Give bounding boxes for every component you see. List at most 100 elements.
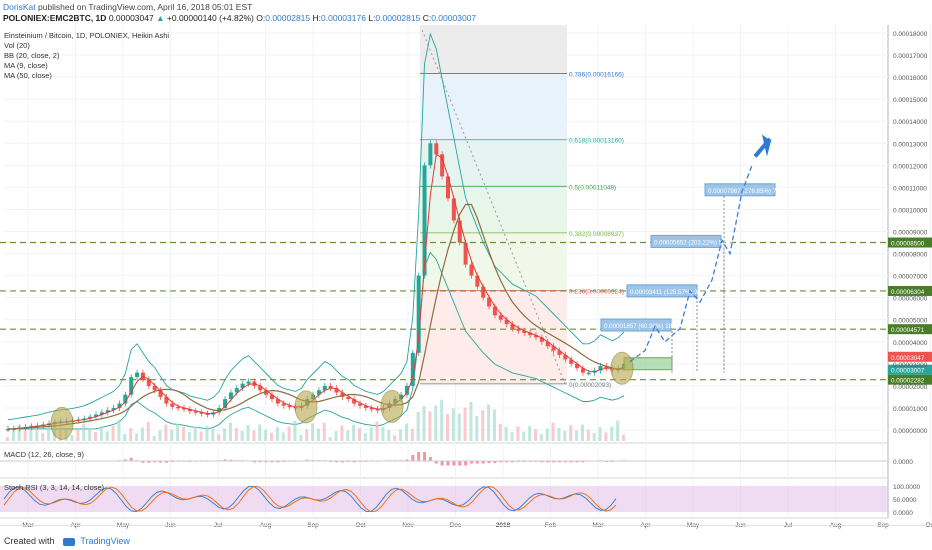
volume-bar: [70, 435, 74, 441]
volume-bar: [492, 409, 496, 441]
macd-histogram-bar: [440, 461, 444, 466]
volume-bar: [516, 426, 520, 441]
volume-bar: [111, 425, 115, 441]
fib-label: 0.786(0.00016166): [569, 71, 624, 78]
highlight-ellipse: [294, 390, 318, 424]
volume-bar: [393, 435, 397, 441]
y-tick-label: 0.00012000: [893, 163, 928, 170]
volume-bar: [504, 427, 508, 441]
volume-bar: [369, 427, 373, 441]
volume-bar: [123, 434, 127, 441]
fib-zone: [420, 73, 567, 140]
y-tick-label: 0.00007000: [893, 274, 928, 281]
volume-bar: [322, 422, 326, 441]
level-badge-label: 0.00008500: [891, 241, 925, 248]
volume-bar: [164, 424, 168, 441]
fib-label: 0.236(0.00006324): [569, 289, 624, 296]
volume-bar: [598, 427, 602, 441]
volume-bar: [223, 428, 227, 441]
volume-bar: [557, 427, 561, 441]
volume-bar: [475, 416, 479, 441]
volume-bar: [387, 430, 391, 441]
volume-bar: [346, 430, 350, 441]
stoch-tick: 0.0000: [893, 510, 913, 517]
tradingview-logo-icon: [63, 537, 76, 546]
volume-bar: [358, 428, 361, 441]
candle-body: [586, 372, 591, 375]
fib-zone: [420, 232, 567, 291]
volume-bar: [211, 429, 215, 441]
footer-brand[interactable]: TradingView: [80, 536, 130, 546]
macd-histogram-bar: [446, 461, 450, 466]
footer-created: Created with: [4, 536, 55, 546]
volume-bar: [416, 412, 420, 441]
volume-bar: [487, 404, 491, 441]
volume-bar: [105, 431, 109, 441]
volume-bar: [539, 434, 543, 441]
stoch-tick: 100.0000: [893, 484, 920, 491]
stoch-tick: 50.0000: [893, 497, 917, 504]
volume-bar: [275, 427, 279, 441]
candle-body: [457, 220, 462, 243]
volume-bar: [498, 423, 502, 441]
volume-bar: [47, 427, 51, 441]
candle-body: [170, 403, 175, 407]
volume-bar: [176, 423, 180, 441]
y-tick-label: 0.00004000: [893, 340, 928, 347]
target-label-text: 0.00007987 (278.85%) 7987: [708, 188, 787, 195]
volume-bar: [152, 436, 156, 441]
footer-divider: [0, 525, 932, 526]
fib-label: 0(0.00002093): [569, 382, 611, 389]
candle-body: [176, 406, 181, 409]
volume-bar: [129, 428, 133, 441]
target-label-text: 0.00001857 (60.98%) 1857: [604, 323, 680, 330]
macd-histogram-bar: [452, 461, 456, 466]
y-tick-label: 0.00013000: [893, 141, 928, 148]
y-tick-label: 0.00006000: [893, 296, 928, 303]
volume-bar: [41, 433, 45, 441]
candle-body: [428, 143, 433, 166]
volume-bar: [604, 432, 608, 441]
y-tick-label: 0.00003000: [893, 362, 928, 369]
candle-body: [469, 264, 474, 276]
volume-bar: [281, 432, 285, 441]
volume-bar: [592, 433, 596, 441]
volume-bar: [264, 429, 268, 441]
volume-bar: [528, 425, 532, 441]
volume-bar: [375, 421, 379, 441]
candle-body: [446, 176, 450, 199]
volume-bar: [340, 425, 344, 441]
legend-vol: Vol (20): [4, 41, 30, 50]
volume-bar: [158, 430, 162, 441]
y-tick-label: 0.00010000: [893, 207, 928, 214]
volume-bar: [410, 428, 414, 441]
volume-bar: [575, 430, 579, 441]
volume-bar: [217, 434, 221, 441]
volume-bar: [404, 423, 408, 441]
volume-bar: [182, 427, 185, 441]
volume-bar: [569, 425, 573, 441]
volume-bar: [299, 435, 303, 441]
legend-title: Einsteinium / Bitcoin, 1D, POLONIEX, Hei…: [4, 31, 169, 40]
volume-bar: [563, 431, 567, 441]
macd-histogram-bar: [417, 452, 421, 462]
volume-bar: [363, 433, 367, 441]
volume-bar: [82, 423, 86, 441]
volume-bar: [551, 422, 555, 441]
fib-label: 0.382(0.00008937): [569, 231, 624, 238]
y-tick-label: 0.00011000: [893, 185, 927, 192]
price-chart[interactable]: 0.786(0.00016166) 0.618(0.00013160) 0.5(0.…: [0, 0, 932, 550]
volume-bar: [457, 413, 461, 441]
volume-bar: [252, 430, 256, 441]
y-tick-label: 0.00002000: [893, 384, 928, 391]
volume-bar: [135, 433, 139, 441]
fib-label: 0.5(0.00011049): [569, 184, 616, 191]
legend-bb: BB (20, close, 2): [4, 51, 60, 60]
stoch-label: Stoch RSI (3, 3, 14, 14, close): [4, 483, 105, 492]
volume-bar: [463, 407, 467, 441]
volume-bar: [258, 424, 262, 441]
volume-bar: [422, 406, 426, 441]
volume-bar: [428, 411, 432, 441]
volume-bar: [580, 424, 584, 441]
macd-label: MACD (12, 26, close, 9): [4, 450, 85, 459]
